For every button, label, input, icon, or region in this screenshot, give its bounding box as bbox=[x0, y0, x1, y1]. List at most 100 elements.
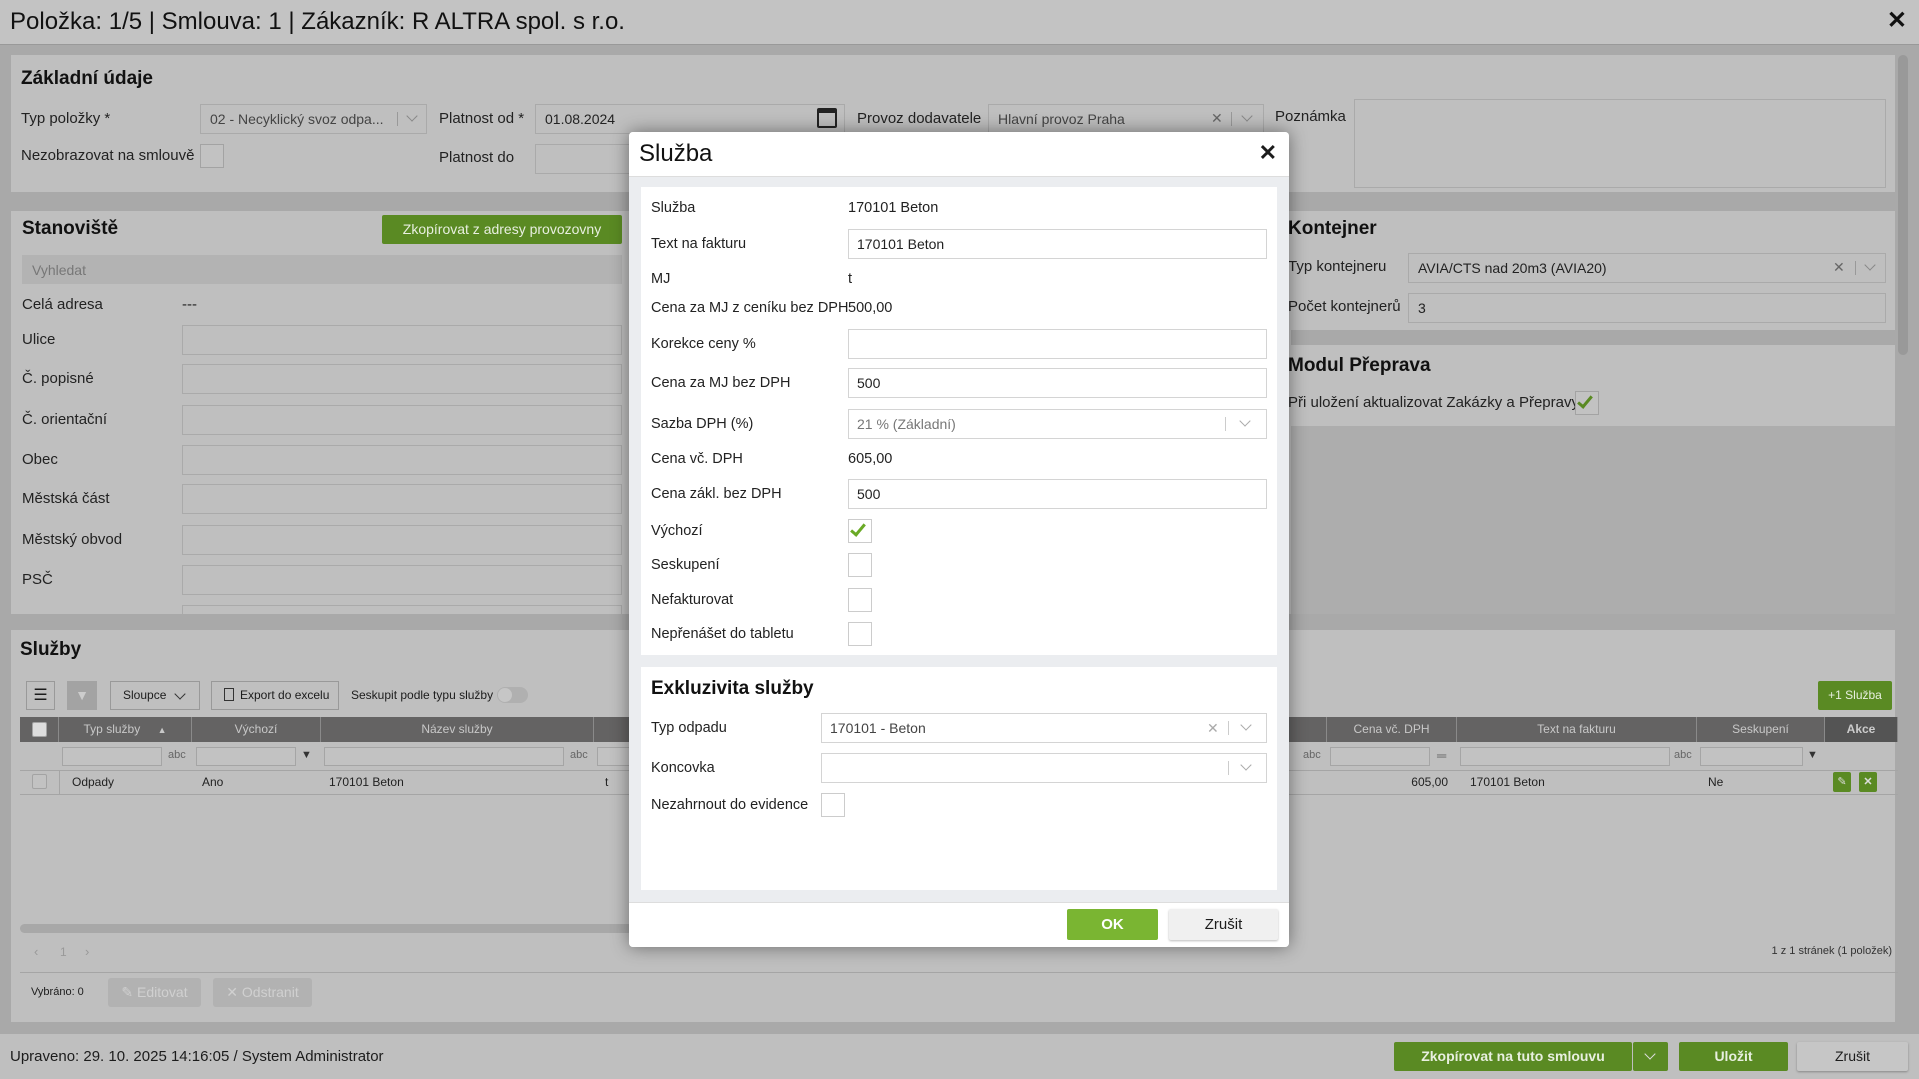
cell-cena-vc: 605,00 bbox=[1411, 775, 1448, 789]
prev-page-icon[interactable]: ‹ bbox=[34, 944, 38, 959]
columns-button[interactable]: Sloupce bbox=[110, 681, 200, 710]
chevron-down-icon bbox=[1240, 719, 1252, 731]
kontejner-heading: Kontejner bbox=[1288, 218, 1377, 239]
address-field-input[interactable] bbox=[182, 405, 622, 435]
korekce-input[interactable] bbox=[848, 329, 1267, 359]
row-checkbox[interactable] bbox=[32, 774, 47, 789]
nezahrnout-label: Nezahrnout do evidence bbox=[651, 797, 809, 813]
poznamka-textarea[interactable] bbox=[1354, 99, 1886, 188]
neprenaset-checkbox[interactable] bbox=[848, 622, 872, 646]
cena-mj-label: Cena za MJ bez DPH bbox=[651, 375, 791, 391]
address-field-label: Obec bbox=[22, 451, 58, 468]
modified-info: Upraveno: 29. 10. 2025 14:16:05 / System… bbox=[10, 1048, 384, 1065]
pocet-input[interactable]: 3 bbox=[1408, 293, 1886, 323]
cena-mj-input[interactable]: 500 bbox=[848, 368, 1267, 398]
add-service-button[interactable]: +1 Služba bbox=[1818, 681, 1892, 710]
platnost-od-input[interactable]: 01.08.2024 bbox=[535, 104, 845, 134]
address-field-input[interactable] bbox=[182, 484, 622, 514]
export-excel-button[interactable]: Export do excelu bbox=[211, 681, 339, 710]
exclusivity-heading: Exkluzivita služby bbox=[651, 678, 814, 699]
close-icon[interactable]: ✕ bbox=[1259, 140, 1277, 166]
nefakturovat-checkbox[interactable] bbox=[848, 588, 872, 612]
filter-toggle-button[interactable]: ☰ bbox=[26, 681, 55, 710]
cancel-button[interactable]: Zrušit bbox=[1797, 1042, 1908, 1071]
equals-filter-icon[interactable]: ═ bbox=[1437, 748, 1446, 763]
address-field-input[interactable] bbox=[182, 445, 622, 475]
typ-kontejneru-select[interactable]: AVIA/CTS nad 20m3 (AVIA20) bbox=[1408, 253, 1886, 283]
select-all-checkbox[interactable] bbox=[32, 722, 47, 737]
sazba-label: Sazba DPH (%) bbox=[651, 416, 754, 432]
cena-mj-value: 500 bbox=[857, 375, 881, 391]
dialog-cancel-button[interactable]: Zrušit bbox=[1169, 909, 1278, 940]
pocet-value: 3 bbox=[1418, 300, 1426, 316]
calendar-icon[interactable] bbox=[817, 108, 837, 128]
platnost-od-value: 01.08.2024 bbox=[545, 111, 616, 127]
edit-row-button[interactable]: ✎ bbox=[1833, 772, 1851, 792]
address-field-input[interactable] bbox=[182, 605, 622, 614]
page-number[interactable]: 1 bbox=[60, 945, 67, 959]
clear-icon[interactable]: ✕ bbox=[1833, 259, 1845, 276]
ok-button[interactable]: OK bbox=[1067, 909, 1158, 940]
koncovka-label: Koncovka bbox=[651, 760, 715, 776]
nezobrazovat-checkbox[interactable] bbox=[200, 144, 224, 168]
col-nazev[interactable]: Název služby bbox=[321, 717, 594, 742]
address-search-input[interactable]: Vyhledat bbox=[22, 255, 622, 284]
filter-text[interactable] bbox=[1460, 747, 1670, 766]
cena-vc-value: 605,00 bbox=[848, 451, 893, 467]
address-field-input[interactable] bbox=[182, 325, 622, 355]
typ-polozky-select[interactable]: 02 - Necyklický svoz odpa... bbox=[200, 104, 427, 134]
nezahrnout-checkbox[interactable] bbox=[821, 793, 845, 817]
delete-button[interactable]: ✕ Odstranit bbox=[213, 978, 312, 1007]
text-filter-icon[interactable]: abc bbox=[570, 749, 588, 761]
address-field-input[interactable] bbox=[182, 565, 622, 595]
col-cena-vc[interactable]: Cena vč. DPH bbox=[1327, 717, 1457, 742]
funnel-icon[interactable]: ▼ bbox=[301, 749, 312, 761]
clear-icon[interactable]: ✕ bbox=[1207, 714, 1219, 742]
funnel-icon[interactable]: ▼ bbox=[1807, 749, 1818, 761]
address-field-input[interactable] bbox=[182, 525, 622, 555]
text-filter-icon[interactable]: abc bbox=[1674, 749, 1692, 761]
cenik-value: 500,00 bbox=[848, 300, 893, 316]
copy-dropdown-button[interactable] bbox=[1633, 1042, 1668, 1071]
neprenaset-label: Nepřenášet do tabletu bbox=[651, 626, 794, 642]
filter-cena-vc[interactable] bbox=[1330, 747, 1430, 766]
mj-label: MJ bbox=[651, 271, 671, 287]
next-page-icon[interactable]: › bbox=[85, 944, 89, 959]
cena-zakl-label: Cena zákl. bez DPH bbox=[651, 486, 782, 502]
edit-button[interactable]: ✎ Editovat bbox=[108, 978, 201, 1007]
filter-typ[interactable] bbox=[62, 747, 162, 766]
cena-vc-label: Cena vč. DPH bbox=[651, 451, 743, 467]
copy-address-button[interactable]: Zkopírovat z adresy provozovny bbox=[382, 215, 622, 244]
copy-to-contract-button[interactable]: Zkopírovat na tuto smlouvu bbox=[1394, 1042, 1632, 1071]
sazba-select[interactable]: 21 % (Základní) bbox=[848, 409, 1267, 439]
col-text[interactable]: Text na fakturu bbox=[1457, 717, 1697, 742]
platnost-do-input[interactable] bbox=[535, 144, 635, 174]
text-filter-icon[interactable]: abc bbox=[1303, 749, 1321, 761]
filter-nazev[interactable] bbox=[324, 747, 564, 766]
col-seskupeni[interactable]: Seskupení bbox=[1697, 717, 1825, 742]
filter-seskupeni[interactable] bbox=[1700, 747, 1803, 766]
delete-row-button[interactable]: ✕ bbox=[1859, 772, 1877, 792]
clear-icon[interactable]: ✕ bbox=[1211, 110, 1223, 127]
address-field-input[interactable] bbox=[182, 364, 622, 394]
save-button[interactable]: Uložit bbox=[1679, 1042, 1788, 1071]
columns-label: Sloupce bbox=[123, 688, 167, 702]
filter-vychozi[interactable] bbox=[196, 747, 296, 766]
col-typ[interactable]: Typ služby ▲ bbox=[59, 717, 192, 742]
typ-odpadu-select[interactable]: 170101 - Beton ✕ bbox=[821, 713, 1267, 743]
filter-lines-icon: ☰ bbox=[33, 687, 48, 704]
page-scrollbar[interactable] bbox=[1898, 55, 1908, 355]
vychozi-checkbox[interactable] bbox=[848, 519, 872, 543]
clear-filter-button[interactable]: ▼ bbox=[67, 681, 97, 710]
sluzba-label: Služba bbox=[651, 200, 696, 216]
col-vychozi[interactable]: Výchozí bbox=[192, 717, 321, 742]
group-toggle[interactable] bbox=[497, 687, 528, 703]
preprava-update-checkbox[interactable] bbox=[1575, 391, 1599, 415]
close-icon[interactable]: ✕ bbox=[1887, 6, 1907, 35]
text-filter-icon[interactable]: abc bbox=[168, 749, 186, 761]
cena-zakl-input[interactable]: 500 bbox=[848, 479, 1267, 509]
seskupeni-checkbox[interactable] bbox=[848, 553, 872, 577]
koncovka-select[interactable] bbox=[821, 753, 1267, 783]
sluzby-heading: Služby bbox=[20, 639, 82, 660]
text-input[interactable]: 170101 Beton bbox=[848, 229, 1267, 259]
